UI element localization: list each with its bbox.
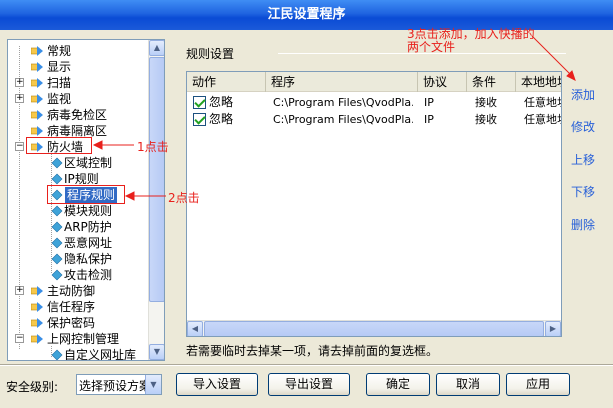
annotation-arrows [92,35,576,201]
annotation-step3-line2: 两个文件 [407,40,456,54]
annotation-step2: 2点击 [168,191,200,205]
annotation-step1: 1点击 [137,140,169,154]
